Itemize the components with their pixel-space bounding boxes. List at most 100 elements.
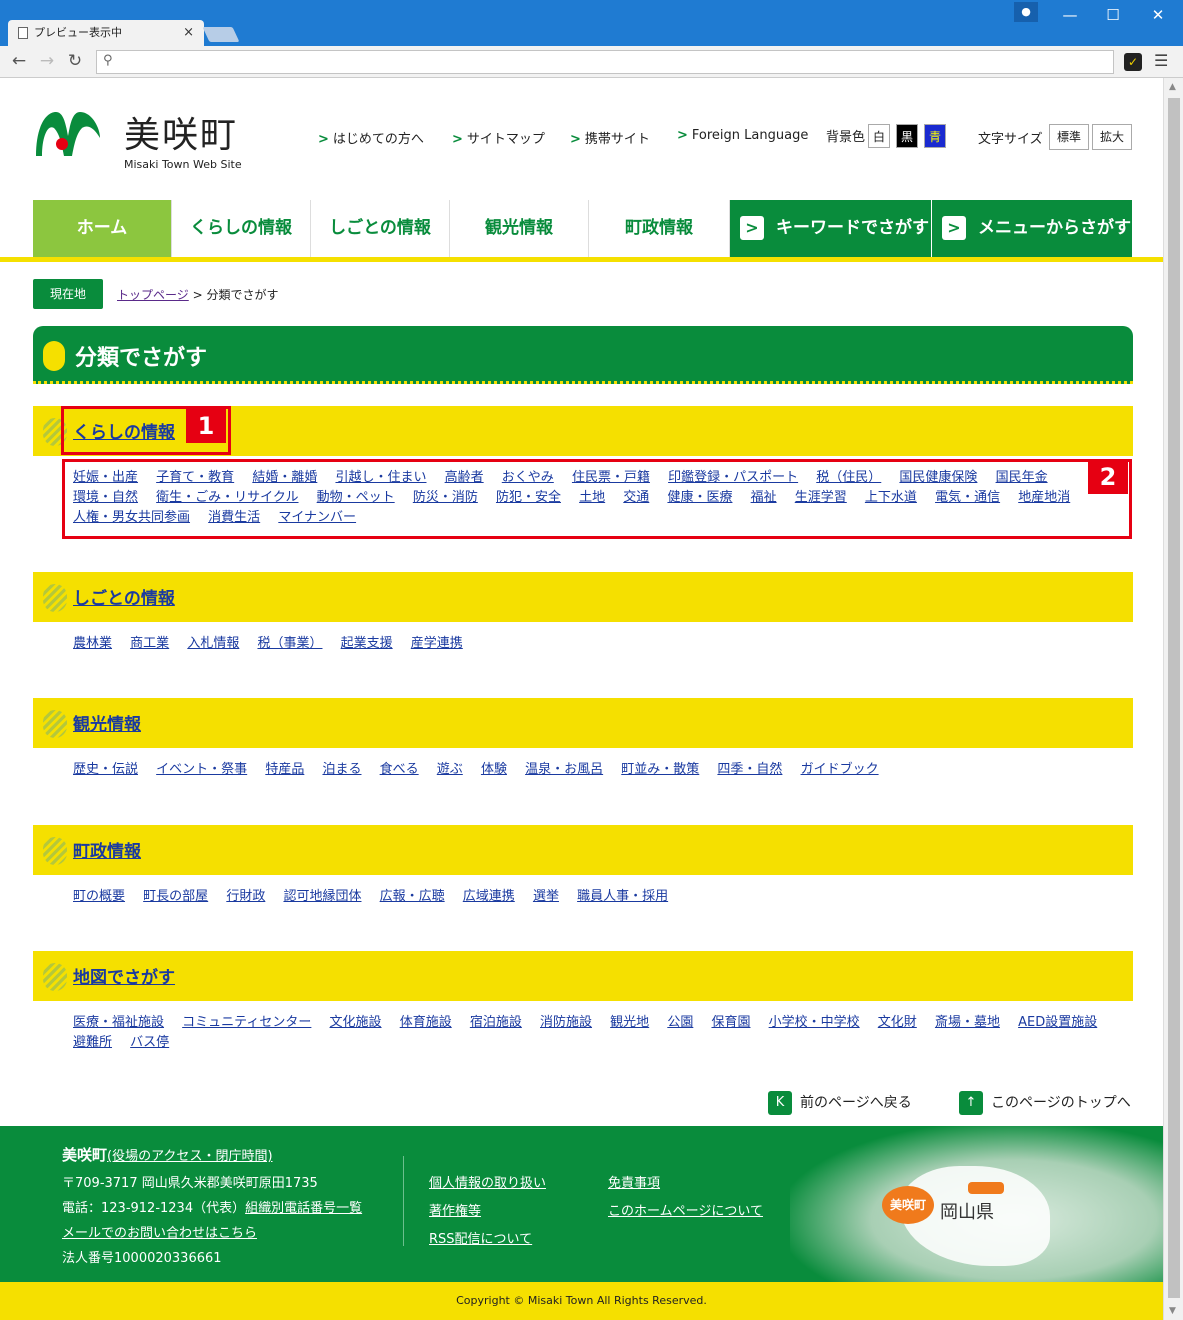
nav-kurashi[interactable]: くらしの情報 [172, 200, 311, 257]
category-link[interactable]: 農林業 [73, 636, 112, 651]
category-link[interactable]: 体験 [481, 762, 507, 777]
category-link[interactable]: 商工業 [130, 636, 169, 651]
category-link[interactable]: 広域連携 [463, 889, 515, 904]
phone-list-link[interactable]: 組織別電話番号一覧 [245, 1201, 362, 1216]
copyright-bar: Copyright © Misaki Town All Rights Reser… [0, 1282, 1163, 1320]
category-link[interactable]: 保育園 [711, 1015, 750, 1030]
new-tab-button[interactable] [202, 27, 240, 42]
section-shigoto: しごとの情報 農林業 商工業 入札情報 税（事業） 起業支援 産学連携 [33, 572, 1133, 662]
scrollbar[interactable]: ▲ ▼ [1163, 78, 1183, 1320]
category-link[interactable]: 文化施設 [330, 1015, 382, 1030]
category-link[interactable]: 消防施設 [540, 1015, 592, 1030]
category-link[interactable]: 宿泊施設 [470, 1015, 522, 1030]
font-standard-button[interactable]: 標準 [1049, 124, 1090, 150]
category-link[interactable]: 選挙 [533, 889, 559, 904]
category-link[interactable]: 起業支援 [341, 636, 393, 651]
category-link[interactable]: 斎場・墓地 [935, 1015, 1000, 1030]
category-link[interactable]: 認可地縁団体 [283, 889, 361, 904]
nav-shigoto[interactable]: しごとの情報 [311, 200, 450, 257]
section-title[interactable]: しごとの情報 [73, 584, 175, 609]
category-link[interactable]: AED設置施設 [1018, 1015, 1097, 1030]
font-large-button[interactable]: 拡大 [1092, 124, 1133, 150]
address-bar[interactable]: ⚲ [96, 50, 1114, 74]
category-link[interactable]: バス停 [130, 1035, 169, 1050]
nav-kanko[interactable]: 観光情報 [450, 200, 589, 257]
category-link[interactable]: 遊ぶ [437, 762, 463, 777]
tab-title: プレビュー表示中 [34, 26, 122, 39]
forward-arrow-icon[interactable]: → [36, 50, 58, 72]
page-top-link[interactable]: ↑ このページのトップへ [959, 1091, 1131, 1115]
util-link-first-visit[interactable]: > はじめての方へ [318, 128, 424, 147]
category-link[interactable]: ガイドブック [801, 762, 879, 777]
category-link[interactable]: 産学連携 [411, 636, 463, 651]
category-link[interactable]: 観光地 [610, 1015, 649, 1030]
browser-tab[interactable]: プレビュー表示中 × [8, 20, 204, 46]
category-link[interactable]: 歴史・伝説 [73, 762, 138, 777]
category-link[interactable]: 広報・広聴 [380, 889, 445, 904]
category-link[interactable]: 公園 [667, 1015, 693, 1030]
mail-contact-link[interactable]: メールでのお問い合わせはこちら [62, 1222, 257, 1241]
category-link[interactable]: 四季・自然 [717, 762, 782, 777]
privacy-link[interactable]: 個人情報の取り扱い [429, 1172, 546, 1191]
browser-toolbar: ← → ↻ ⚲ ✓ ☰ [0, 46, 1183, 78]
copyright-link[interactable]: 著作権等 [429, 1200, 481, 1219]
page-title: 分類でさがす [75, 346, 208, 371]
section-title[interactable]: 観光情報 [73, 710, 141, 735]
category-link[interactable]: 行財政 [226, 889, 265, 904]
category-link[interactable]: 体育施設 [400, 1015, 452, 1030]
category-link[interactable]: 温泉・お風呂 [525, 762, 603, 777]
user-icon[interactable]: ● [1014, 2, 1038, 22]
category-link[interactable]: 避難所 [73, 1035, 112, 1050]
rss-link[interactable]: RSS配信について [429, 1228, 532, 1247]
nav-keyword-search[interactable]: > キーワードでさがす [730, 200, 932, 257]
minimize-button[interactable]: — [1050, 4, 1090, 26]
nav-menu-search[interactable]: > メニューからさがす [932, 200, 1133, 257]
category-link[interactable]: 入札情報 [187, 636, 239, 651]
scroll-down-icon[interactable]: ▼ [1169, 1306, 1176, 1316]
section-links: 農林業 商工業 入札情報 税（事業） 起業支援 産学連携 [73, 634, 1133, 654]
category-link[interactable]: 町長の部屋 [143, 889, 208, 904]
extension-icon[interactable]: ✓ [1124, 53, 1142, 71]
util-link-sitemap[interactable]: > サイトマップ [452, 128, 545, 147]
footer-address: 〒709-3717 岡山県久米郡美咲町原田1735 [62, 1176, 318, 1191]
bg-white-button[interactable]: 白 [868, 124, 890, 148]
about-site-link[interactable]: このホームページについて [608, 1200, 763, 1219]
category-link[interactable]: 文化財 [878, 1015, 917, 1030]
town-logo[interactable] [32, 106, 104, 160]
menu-icon[interactable]: ☰ [1154, 51, 1168, 70]
access-link[interactable]: (役場のアクセス・閉庁時間) [107, 1149, 273, 1164]
category-link[interactable]: 町の概要 [73, 889, 125, 904]
scroll-up-icon[interactable]: ▲ [1169, 82, 1176, 92]
category-link[interactable]: 小学校・中学校 [769, 1015, 860, 1030]
site-name[interactable]: 美咲町 [124, 106, 238, 158]
maximize-button[interactable]: ☐ [1093, 4, 1133, 26]
disclaimer-link[interactable]: 免責事項 [608, 1172, 660, 1191]
back-arrow-icon[interactable]: ← [8, 50, 30, 72]
util-link-mobile[interactable]: > 携帯サイト [570, 128, 650, 147]
close-window-button[interactable]: ✕ [1138, 4, 1178, 26]
section-title[interactable]: 町政情報 [73, 837, 141, 862]
tab-close-icon[interactable]: × [183, 20, 194, 46]
category-link[interactable]: イベント・祭事 [156, 762, 247, 777]
section-title[interactable]: 地図でさがす [73, 963, 175, 988]
category-link[interactable]: 医療・福祉施設 [73, 1015, 164, 1030]
scrollbar-thumb[interactable] [1168, 98, 1180, 1298]
util-link-foreign[interactable]: > Foreign Language [677, 128, 808, 143]
category-link[interactable]: 町並み・散策 [621, 762, 699, 777]
category-link[interactable]: 食べる [380, 762, 419, 777]
category-link[interactable]: 泊まる [322, 762, 361, 777]
bg-black-button[interactable]: 黒 [896, 124, 918, 148]
category-link[interactable]: 税（事業） [257, 636, 322, 651]
back-page-link[interactable]: K 前のページへ戻る [768, 1091, 912, 1115]
nav-chosei[interactable]: 町政情報 [589, 200, 730, 257]
map-highlight [968, 1182, 1004, 1194]
section-header [33, 572, 1133, 622]
category-link[interactable]: 特産品 [265, 762, 304, 777]
breadcrumb-top-link[interactable]: トップページ [117, 288, 189, 302]
bg-blue-button[interactable]: 青 [924, 124, 946, 148]
category-link[interactable]: 職員人事・採用 [577, 889, 668, 904]
nav-home[interactable]: ホーム [33, 200, 172, 257]
reload-icon[interactable]: ↻ [64, 50, 86, 72]
footer-divider [403, 1156, 404, 1246]
category-link[interactable]: コミュニティセンター [182, 1015, 311, 1030]
